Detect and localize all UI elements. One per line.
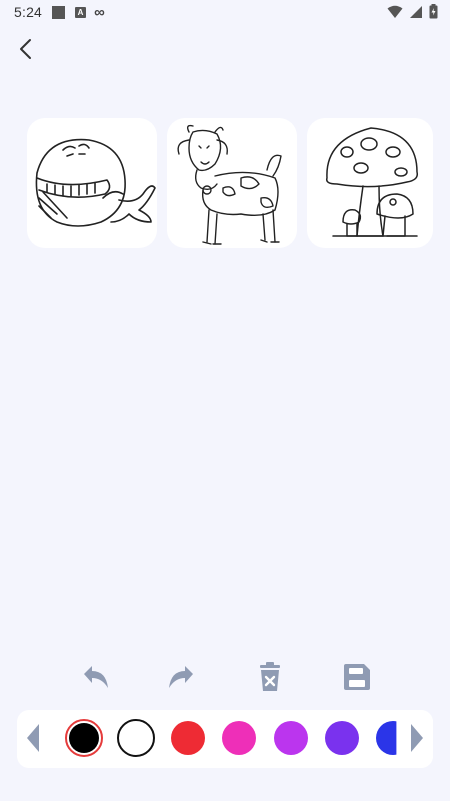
status-right-icons	[387, 4, 438, 19]
save-icon	[344, 664, 370, 690]
color-swatch-black[interactable]	[65, 719, 103, 757]
color-swatch-magenta[interactable]	[274, 721, 308, 755]
clear-button[interactable]	[253, 660, 287, 694]
color-palette	[17, 710, 433, 768]
action-toolbar	[0, 660, 450, 694]
notification-square-icon	[52, 5, 66, 19]
caret-left-icon	[27, 724, 39, 752]
wifi-icon	[387, 5, 403, 18]
notification-a-icon: A	[75, 6, 87, 18]
chevron-left-icon	[20, 39, 31, 59]
drawing-card-goat[interactable]	[167, 118, 297, 248]
drawing-card-mushroom[interactable]	[307, 118, 433, 248]
redo-button[interactable]	[165, 660, 199, 694]
trash-icon	[260, 662, 280, 691]
infinity-icon: ∞	[94, 3, 105, 21]
palette-prev-button[interactable]	[25, 722, 41, 754]
goat-drawing	[177, 124, 282, 245]
redo-icon	[169, 666, 193, 688]
caret-right-icon	[411, 724, 423, 752]
save-button[interactable]	[340, 660, 374, 694]
undo-icon	[84, 666, 108, 688]
status-time: 5:24	[14, 4, 43, 20]
mushroom-drawing	[325, 127, 419, 237]
color-swatch-red[interactable]	[171, 721, 205, 755]
drawing-card-whale[interactable]	[27, 118, 157, 248]
signal-icon	[410, 5, 422, 18]
battery-icon	[429, 4, 438, 19]
palette-next-button[interactable]	[409, 722, 425, 754]
color-swatch-white[interactable]	[117, 719, 155, 757]
status-bar: 5:24 A ∞	[0, 0, 450, 24]
back-button[interactable]	[14, 36, 38, 62]
color-swatch-purple[interactable]	[325, 721, 359, 755]
undo-button[interactable]	[78, 660, 112, 694]
color-swatch-pink[interactable]	[222, 721, 256, 755]
whale-drawing	[35, 138, 156, 227]
